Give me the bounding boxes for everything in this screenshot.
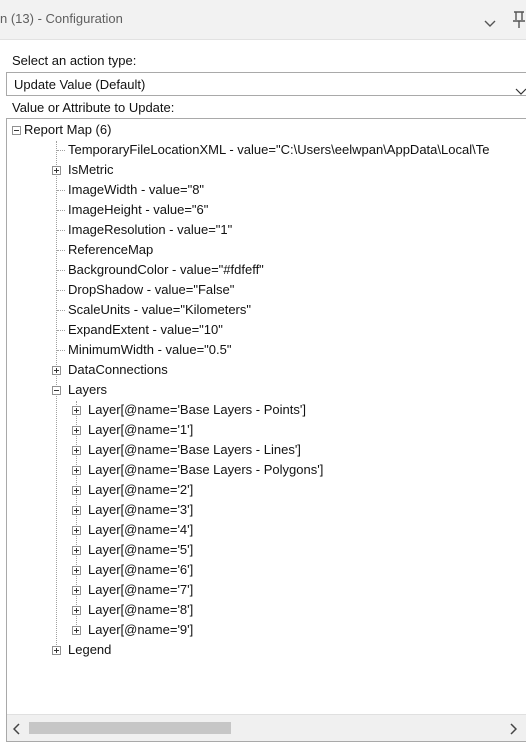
expand-icon[interactable] bbox=[72, 466, 81, 475]
tree-node-layer[interactable]: Layer[@name='Base Layers - Lines'] bbox=[88, 440, 301, 460]
tree-node-layer[interactable]: Layer[@name='7'] bbox=[88, 580, 193, 600]
chevron-down-icon[interactable] bbox=[515, 82, 526, 100]
expand-icon[interactable] bbox=[72, 546, 81, 555]
expand-icon[interactable] bbox=[72, 626, 81, 635]
tree-node-layers[interactable]: Layers bbox=[68, 380, 107, 400]
expand-icon[interactable] bbox=[72, 426, 81, 435]
tree-node-layer[interactable]: Layer[@name='3'] bbox=[88, 500, 193, 520]
tree-node[interactable]: ScaleUnits - value="Kilometers" bbox=[68, 300, 251, 320]
expand-icon[interactable] bbox=[72, 506, 81, 515]
expand-icon[interactable] bbox=[72, 406, 81, 415]
expand-icon[interactable] bbox=[72, 486, 81, 495]
tree-connector bbox=[57, 150, 65, 151]
tree-node[interactable]: ExpandExtent - value="10" bbox=[68, 320, 223, 340]
tree-node-layer[interactable]: Layer[@name='9'] bbox=[88, 620, 193, 640]
tree-connector bbox=[57, 350, 65, 351]
tree-node[interactable]: Legend bbox=[68, 640, 111, 660]
tree-guide-line bbox=[56, 141, 57, 649]
action-type-value: Update Value (Default) bbox=[14, 77, 146, 92]
action-type-select[interactable]: Update Value (Default) bbox=[6, 72, 526, 96]
tree-node-layer[interactable]: Layer[@name='1'] bbox=[88, 420, 193, 440]
tree-node[interactable]: IsMetric bbox=[68, 160, 114, 180]
tree-node-layer[interactable]: Layer[@name='2'] bbox=[88, 480, 193, 500]
tree-connector bbox=[57, 250, 65, 251]
tree-connector bbox=[57, 190, 65, 191]
expand-icon[interactable] bbox=[72, 446, 81, 455]
tree-connector bbox=[57, 290, 65, 291]
tree-node[interactable]: BackgroundColor - value="#fdfeff" bbox=[68, 260, 264, 280]
tree-node[interactable]: DataConnections bbox=[68, 360, 168, 380]
tree-node-layer[interactable]: Layer[@name='Base Layers - Points'] bbox=[88, 400, 306, 420]
panel-title: n (13) - Configuration bbox=[0, 11, 123, 26]
tree-node[interactable]: TemporaryFileLocationXML - value="C:\Use… bbox=[68, 140, 489, 160]
collapse-icon[interactable] bbox=[52, 386, 61, 395]
tree-node[interactable]: ImageHeight - value="6" bbox=[68, 200, 208, 220]
xml-tree-view[interactable]: Report Map (6) TemporaryFileLocationXML … bbox=[6, 118, 526, 742]
expand-icon[interactable] bbox=[52, 166, 61, 175]
tree-node-layer[interactable]: Layer[@name='4'] bbox=[88, 520, 193, 540]
expand-icon[interactable] bbox=[72, 526, 81, 535]
tree-connector bbox=[57, 310, 65, 311]
expand-icon[interactable] bbox=[72, 566, 81, 575]
tree-section-label: Value or Attribute to Update: bbox=[12, 100, 175, 115]
scroll-right-icon[interactable] bbox=[509, 722, 518, 740]
action-type-label: Select an action type: bbox=[12, 53, 137, 68]
tree-connector bbox=[57, 210, 65, 211]
tree-connector bbox=[57, 230, 65, 231]
expand-icon[interactable] bbox=[52, 646, 61, 655]
tree-node[interactable]: ImageWidth - value="8" bbox=[68, 180, 204, 200]
expand-icon[interactable] bbox=[52, 366, 61, 375]
tree-node[interactable]: MinimumWidth - value="0.5" bbox=[68, 340, 231, 360]
tree-node-layer[interactable]: Layer[@name='Base Layers - Polygons'] bbox=[88, 460, 323, 480]
scroll-left-icon[interactable] bbox=[12, 722, 21, 740]
scrollbar-thumb[interactable] bbox=[29, 722, 231, 734]
expand-icon[interactable] bbox=[72, 586, 81, 595]
horizontal-scrollbar[interactable] bbox=[7, 714, 526, 741]
expand-icon[interactable] bbox=[72, 606, 81, 615]
chevron-down-icon[interactable] bbox=[484, 15, 496, 33]
tree-node-layer[interactable]: Layer[@name='5'] bbox=[88, 540, 193, 560]
tree-node[interactable]: DropShadow - value="False" bbox=[68, 280, 234, 300]
tree-node[interactable]: ReferenceMap bbox=[68, 240, 153, 260]
tree-connector bbox=[57, 330, 65, 331]
tree-node[interactable]: ImageResolution - value="1" bbox=[68, 220, 232, 240]
panel-header: n (13) - Configuration bbox=[0, 0, 526, 40]
tree-node-root[interactable]: Report Map (6) bbox=[24, 120, 111, 140]
pin-icon[interactable] bbox=[512, 11, 526, 34]
tree-node-layer[interactable]: Layer[@name='6'] bbox=[88, 560, 193, 580]
collapse-icon[interactable] bbox=[12, 126, 21, 135]
tree-connector bbox=[57, 270, 65, 271]
tree-node-layer[interactable]: Layer[@name='8'] bbox=[88, 600, 193, 620]
